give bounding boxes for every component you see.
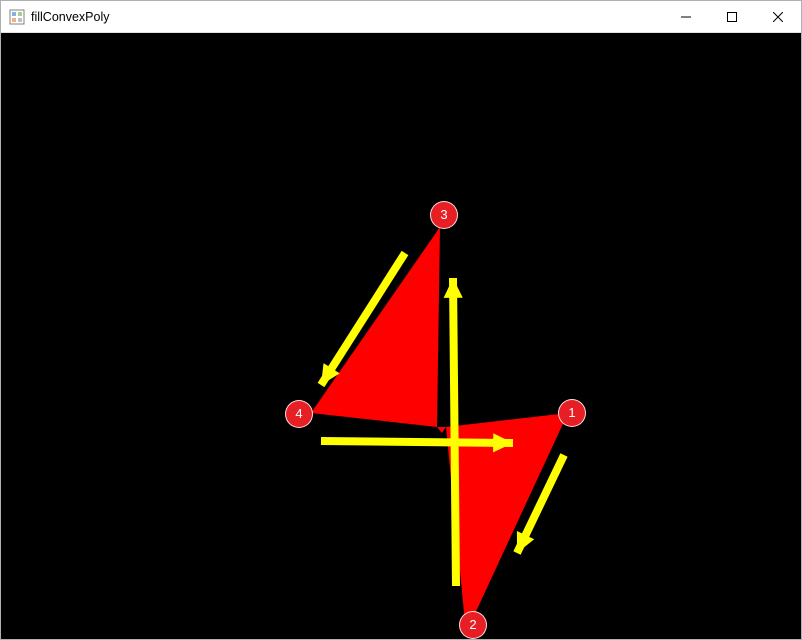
minimize-button[interactable]: [663, 1, 709, 32]
window-frame: fillConvexPoly 1 2 3 4: [0, 0, 802, 640]
close-button[interactable]: [755, 1, 801, 32]
vertex-marker-1: 1: [558, 399, 586, 427]
canvas: [1, 33, 801, 639]
app-icon: [9, 9, 25, 25]
titlebar[interactable]: fillConvexPoly: [1, 1, 801, 33]
vertex-marker-3: 3: [430, 201, 458, 229]
vertex-marker-4: 4: [285, 400, 313, 428]
vertex-marker-2: 2: [459, 611, 487, 639]
maximize-button[interactable]: [709, 1, 755, 32]
window-title: fillConvexPoly: [31, 10, 663, 24]
image-viewport: 1 2 3 4: [1, 33, 801, 639]
window-controls: [663, 1, 801, 32]
